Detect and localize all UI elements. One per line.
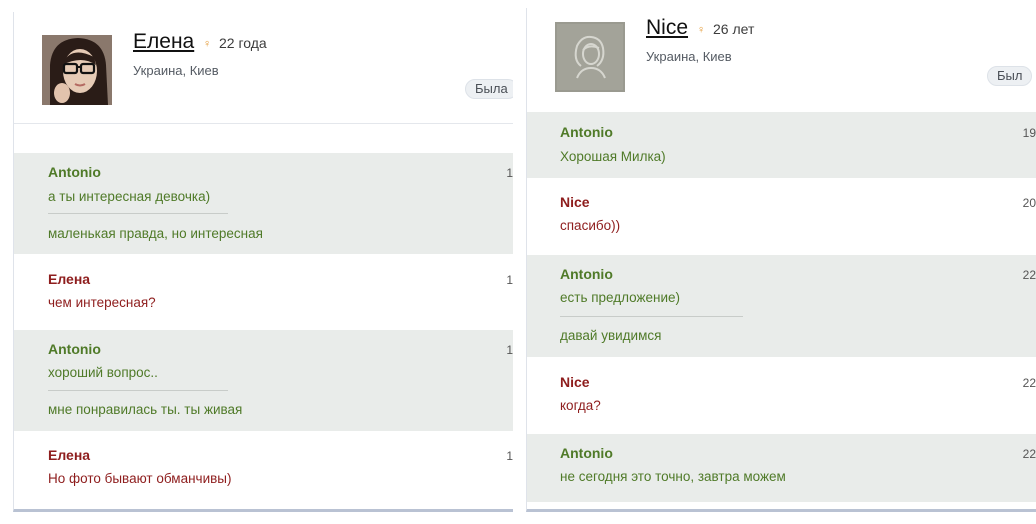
message-sender[interactable]: Nice — [560, 194, 590, 210]
avatar-nice[interactable] — [555, 22, 625, 92]
message-separator — [560, 316, 743, 317]
user-photo — [42, 35, 112, 105]
chat-panel-elena: Елена ♀ 22 года Украина, Киев Была Anton… — [13, 12, 513, 512]
profile-name-link[interactable]: Елена — [133, 30, 194, 54]
message-text: хороший вопрос.. — [48, 365, 158, 380]
message-sender[interactable]: Елена — [48, 271, 90, 287]
message-time: 22 — [1022, 447, 1036, 461]
message-text: давай увидимся — [560, 328, 662, 343]
message-item: Елена 1 Но фото бывают обманчивы) — [14, 431, 513, 509]
message-separator — [48, 213, 228, 214]
message-text: когда? — [560, 398, 601, 413]
message-time: 19 — [1022, 126, 1036, 140]
message-time: 1 — [506, 343, 513, 357]
message-sender[interactable]: Antonio — [560, 124, 613, 140]
profile-location: Украина, Киев — [646, 49, 732, 64]
message-sender[interactable]: Antonio — [48, 164, 101, 180]
message-sender[interactable]: Nice — [560, 374, 590, 390]
message-item: Nice 22 когда? — [527, 357, 1036, 434]
message-item: Antonio 1 а ты интересная девочка) мален… — [14, 153, 513, 254]
message-item: Елена 1 чем интересная? — [14, 254, 513, 330]
message-item: Nice 20 спасибо)) — [527, 178, 1036, 255]
message-text: Но фото бывают обманчивы) — [48, 471, 232, 486]
online-status-badge: Была — [465, 79, 513, 99]
message-time: 20 — [1022, 196, 1036, 210]
gender-female-icon: ♀ — [697, 24, 706, 36]
message-sender[interactable]: Antonio — [560, 266, 613, 282]
message-list: Antonio 19 Хорошая Милка) Nice 20 спасиб… — [527, 112, 1036, 502]
message-item: Antonio 19 Хорошая Милка) — [527, 112, 1036, 178]
message-text: есть предложение) — [560, 290, 681, 305]
default-avatar-icon — [555, 22, 625, 92]
message-text: маленькая правда, но интересная — [48, 226, 263, 241]
message-time: 1 — [506, 449, 513, 463]
profile-location: Украина, Киев — [133, 63, 219, 78]
message-text: спасибо)) — [560, 218, 621, 233]
profile-age: 26 лет — [713, 21, 755, 37]
message-sender[interactable]: Antonio — [48, 341, 101, 357]
message-text: Хорошая Милка) — [560, 149, 666, 164]
profile-name-link[interactable]: Nice — [646, 16, 688, 40]
message-text: мне понравилась ты. ты живая — [48, 402, 243, 417]
message-time: 1 — [506, 166, 513, 180]
header-divider — [14, 123, 513, 124]
message-item: Antonio 1 хороший вопрос.. мне понравила… — [14, 330, 513, 431]
message-separator — [48, 390, 228, 391]
chat-panel-nice: Nice ♀ 26 лет Украина, Киев Был Antonio … — [526, 8, 1036, 512]
online-status-badge: Был — [987, 66, 1033, 86]
profile-age: 22 года — [219, 35, 267, 51]
message-item: Antonio 22 не сегодня это точно, завтра … — [527, 434, 1036, 502]
message-text: а ты интересная девочка) — [48, 189, 211, 204]
message-text: чем интересная? — [48, 295, 156, 310]
message-time: 22 — [1022, 268, 1036, 282]
message-sender[interactable]: Antonio — [560, 445, 613, 461]
gender-female-icon: ♀ — [203, 38, 212, 50]
message-time: 22 — [1022, 376, 1036, 390]
message-list: Antonio 1 а ты интересная девочка) мален… — [14, 153, 513, 509]
message-time: 1 — [506, 273, 513, 287]
message-item: Antonio 22 есть предложение) давай увиди… — [527, 255, 1036, 357]
message-text: не сегодня это точно, завтра можем — [560, 469, 786, 484]
message-sender[interactable]: Елена — [48, 447, 90, 463]
avatar-elena[interactable] — [42, 35, 112, 105]
